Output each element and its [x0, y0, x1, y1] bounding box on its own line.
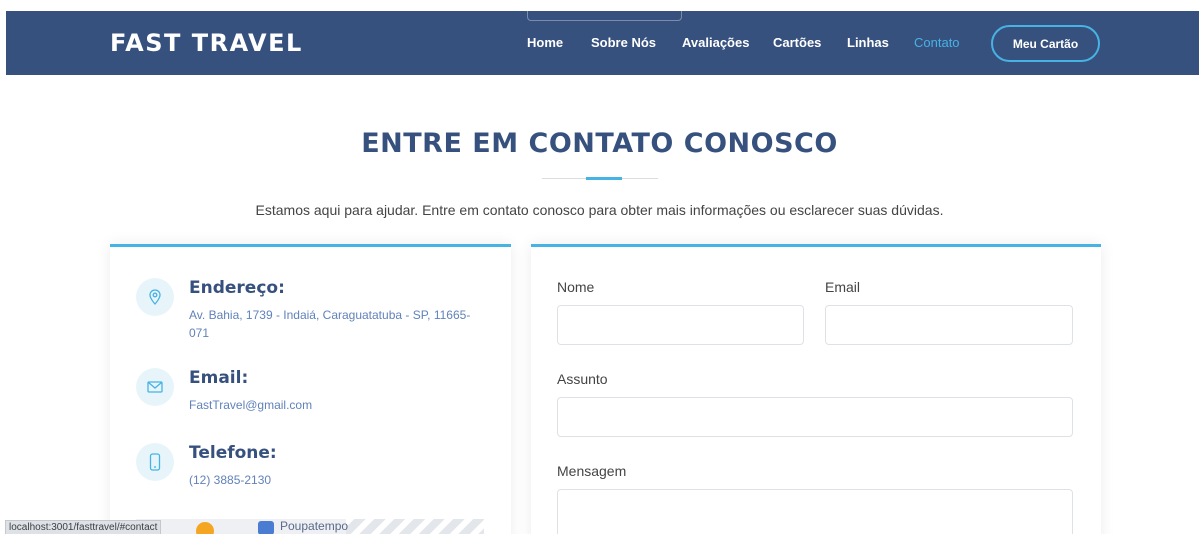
email-title: Email: — [189, 368, 249, 388]
contact-info-box: Endereço: Av. Bahia, 1739 - Indaiá, Cara… — [110, 244, 511, 534]
logo[interactable]: FAST TRAVEL — [110, 29, 303, 57]
map-streets — [346, 519, 484, 534]
address-text: Av. Bahia, 1739 - Indaiá, Caraguatatuba … — [189, 308, 471, 340]
envelope-icon — [136, 368, 174, 406]
section-title: ENTRE EM CONTATO CONOSCO — [361, 128, 838, 159]
meu-cartao-button[interactable]: Meu Cartão — [991, 25, 1100, 62]
status-bar-url: localhost:3001/fasttravel/#contact — [5, 520, 162, 534]
subject-label: Assunto — [557, 371, 608, 387]
phone-icon — [136, 443, 174, 481]
name-input[interactable] — [557, 305, 804, 345]
nav-item-linhas[interactable]: Linhas — [847, 35, 889, 50]
nav-item-sobre-nos[interactable]: Sobre Nós — [591, 35, 656, 50]
title-divider-accent — [586, 177, 622, 180]
map-shopping-icon — [258, 521, 274, 534]
phone-text[interactable]: (12) 3885-2130 — [189, 471, 479, 489]
email-text[interactable]: FastTravel@gmail.com — [189, 396, 479, 414]
phone-title: Telefone: — [189, 443, 277, 463]
map-embed[interactable]: Poupatempo — [136, 519, 484, 534]
message-label: Mensagem — [557, 463, 627, 479]
nav-item-avaliacoes[interactable]: Avaliações — [682, 35, 749, 50]
location-pin-icon — [136, 278, 174, 316]
section-subtitle: Estamos aqui para ajudar. Entre em conta… — [255, 202, 944, 218]
message-textarea[interactable] — [557, 489, 1073, 534]
name-label: Nome — [557, 279, 595, 295]
email-input[interactable] — [825, 305, 1073, 345]
nav-item-contato[interactable]: Contato — [914, 35, 960, 50]
nav-item-cartoes[interactable]: Cartões — [773, 35, 821, 50]
subject-input[interactable] — [557, 397, 1073, 437]
map-marker-icon — [196, 522, 214, 534]
map-place-label: Poupatempo — [280, 519, 349, 533]
nav-item-home[interactable]: Home — [527, 35, 563, 50]
header-tab-outline — [527, 11, 682, 21]
contact-form: Nome Email Assunto Mensagem — [531, 244, 1101, 534]
email-label: Email — [825, 279, 861, 295]
address-title: Endereço: — [189, 278, 285, 298]
